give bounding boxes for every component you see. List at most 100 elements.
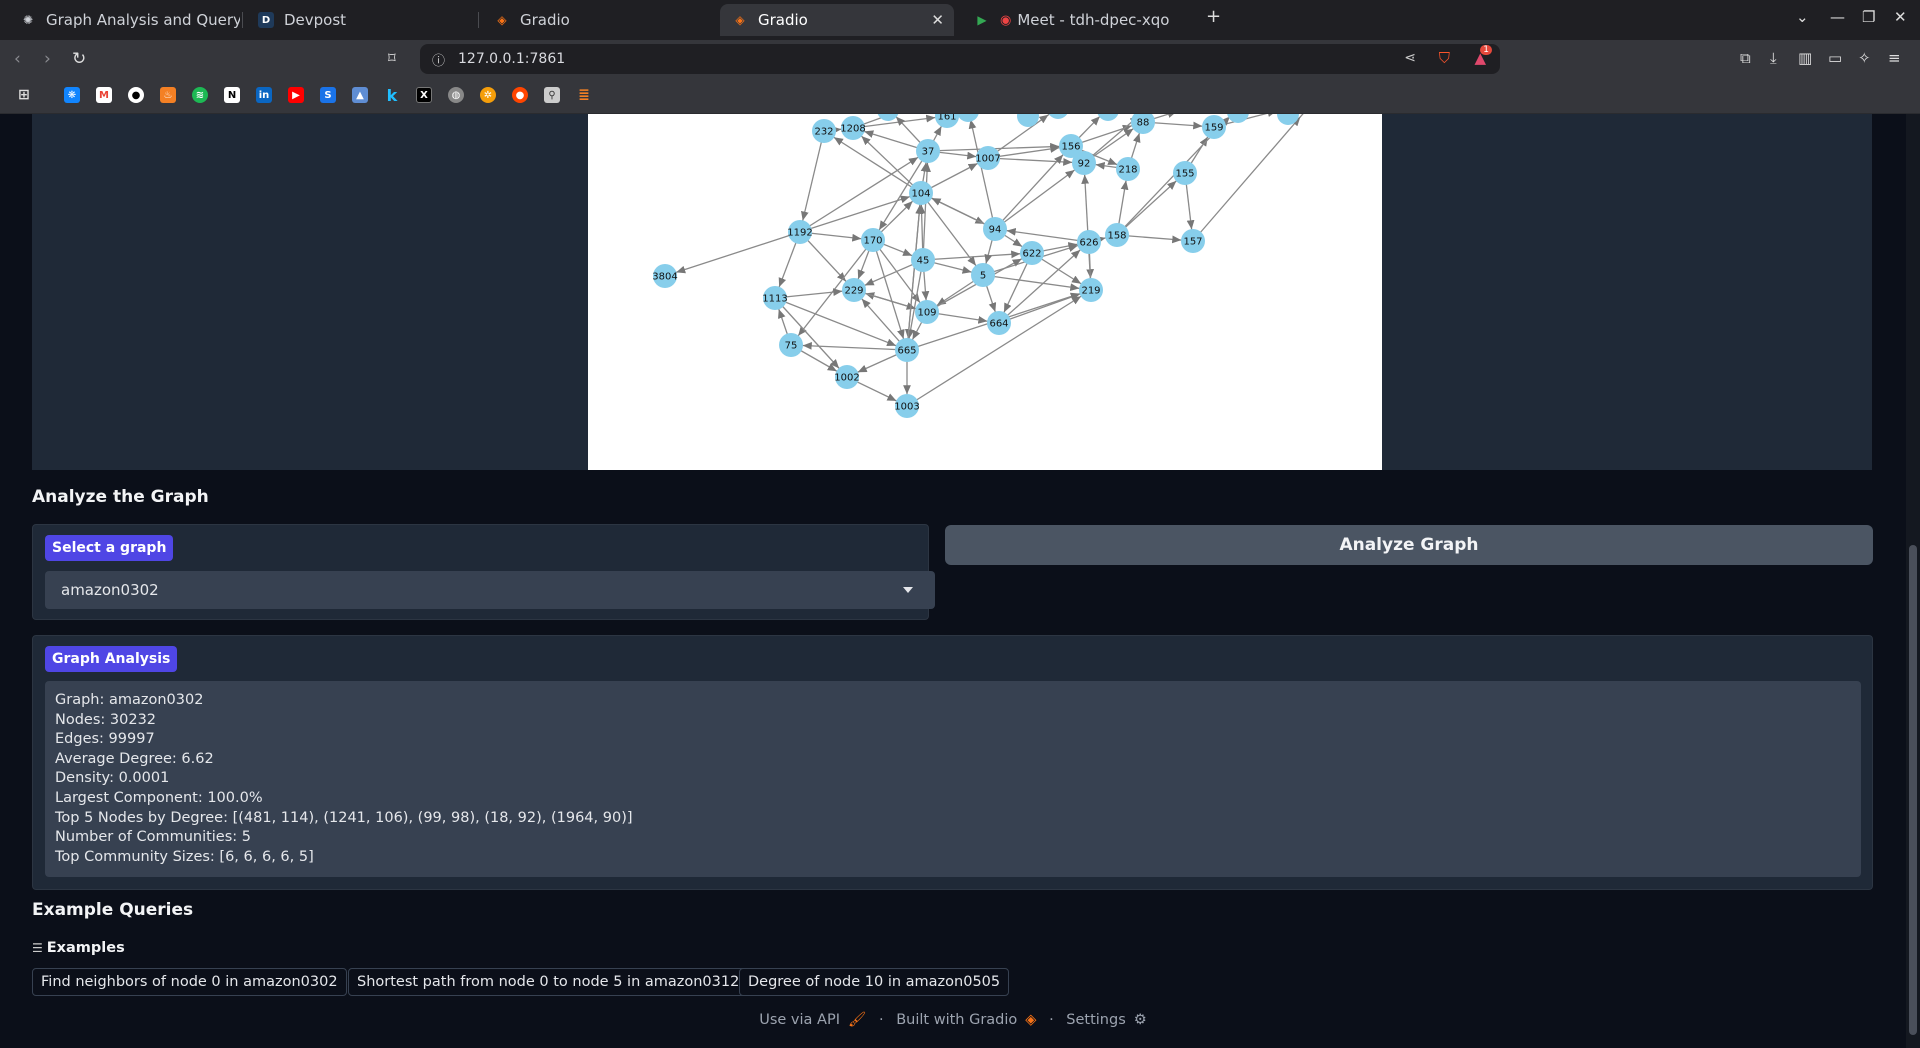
x-icon[interactable]: X	[416, 87, 432, 103]
graph-edge	[853, 289, 908, 351]
graph-node: 232	[812, 119, 836, 143]
graph-node-label: 37	[922, 147, 935, 158]
graph-edge	[920, 192, 996, 230]
close-window-icon[interactable]: ✕	[1894, 8, 1907, 26]
bluesky-icon[interactable]: ❋	[64, 87, 80, 103]
youtube-icon[interactable]: ▶	[288, 87, 304, 103]
url-box[interactable]: ⓘ 127.0.0.1:7861 ⋖ ⛉ ▲ 1	[420, 44, 1500, 74]
back-icon[interactable]: ‹	[14, 49, 21, 69]
close-tab-icon[interactable]: ✕	[931, 11, 944, 29]
search-bookmark-icon[interactable]: ⚲	[544, 87, 560, 103]
leo-ai-icon[interactable]: ✧	[1858, 49, 1871, 67]
built-with-gradio-link[interactable]: Built with Gradio	[896, 1012, 1017, 1028]
analysis-line: Edges: 99997	[55, 731, 155, 748]
fire-icon[interactable]: ♨	[160, 87, 176, 103]
linkedin-icon[interactable]: in	[256, 87, 272, 103]
analysis-line: Average Degree: 6.62	[55, 750, 214, 767]
scrollbar-thumb[interactable]	[1909, 545, 1917, 1035]
analysis-line: Top 5 Nodes by Degree: [(481, 114), (124…	[55, 809, 633, 826]
tab-divider	[242, 12, 243, 28]
graph-node: 1003	[894, 394, 920, 418]
graph-node: 1192	[787, 220, 813, 244]
url-text[interactable]: 127.0.0.1:7861	[458, 51, 565, 67]
tab-list-icon[interactable]: ⌄	[1796, 8, 1809, 26]
example-button[interactable]: Degree of node 10 in amazon0505	[739, 968, 1010, 996]
scholar-icon[interactable]: ▲	[352, 87, 368, 103]
analyze-graph-button[interactable]: Analyze Graph	[945, 525, 1873, 565]
use-via-api-link[interactable]: Use via API	[759, 1012, 840, 1028]
download-icon[interactable]: ⤓	[1770, 49, 1777, 67]
analysis-output[interactable]: Graph: amazon0302 Nodes: 30232 Edges: 99…	[45, 681, 1861, 877]
tab-graph-analysis[interactable]: ✺ Graph Analysis and Query Sy	[8, 4, 240, 36]
stackoverflow-icon[interactable]: ≣	[576, 87, 592, 103]
tab-title: Meet - tdh-dpec-xqo	[1017, 11, 1170, 29]
graph-node: 219	[1079, 278, 1103, 302]
graph-edge	[799, 130, 825, 233]
graph-node	[1017, 114, 1039, 127]
minimize-icon[interactable]: —	[1830, 8, 1845, 26]
analysis-line: Density: 0.0001	[55, 770, 170, 787]
share-icon[interactable]: ⋖	[1404, 50, 1416, 66]
graph-edge	[994, 162, 1085, 230]
gmail-icon[interactable]: M	[96, 87, 112, 103]
tab-bar: ✺ Graph Analysis and Query Sy D Devpost …	[0, 0, 1920, 40]
github-icon[interactable]: ●	[128, 87, 144, 103]
extensions-icon[interactable]: ⧉	[1740, 49, 1751, 67]
tab-gradio-active[interactable]: ◈ Gradio ✕	[720, 4, 954, 36]
graph-node: 229	[842, 278, 866, 302]
rewards-badge: 1	[1480, 45, 1492, 55]
graph-analysis-block: Graph Analysis Graph: amazon0302 Nodes: …	[32, 635, 1873, 890]
s-app-icon[interactable]: S	[320, 87, 336, 103]
notion-icon[interactable]: N	[224, 87, 240, 103]
graph-select-dropdown[interactable]: amazon0302	[45, 571, 935, 609]
forward-icon[interactable]: ›	[44, 49, 51, 69]
maximize-icon[interactable]: ❐	[1862, 8, 1875, 26]
graph-node-label: 94	[989, 225, 1002, 236]
sidebar-icon[interactable]: ▥	[1798, 49, 1812, 67]
graph-node: 1113	[762, 286, 788, 310]
menu-icon[interactable]: ≡	[1888, 49, 1901, 67]
reddit-icon[interactable]: ●	[512, 87, 528, 103]
apps-grid-icon[interactable]: ⊞	[16, 87, 32, 103]
example-button[interactable]: Find neighbors of node 0 in amazon0302	[32, 968, 347, 996]
graph-node-label: 157	[1183, 237, 1202, 248]
kaggle-icon[interactable]: k	[384, 86, 400, 105]
brave-shield-icon[interactable]: ⛉	[1439, 49, 1450, 67]
graph-node-label: 1002	[834, 373, 859, 384]
tab-gradio-1[interactable]: ◈ Gradio	[482, 4, 712, 36]
spotify-icon[interactable]: ≋	[192, 87, 208, 103]
analysis-line: Graph: amazon0302	[55, 692, 204, 708]
globe-icon[interactable]: ◍	[448, 87, 464, 103]
graph-node-label: 229	[844, 286, 863, 297]
settings-link[interactable]: Settings	[1066, 1012, 1125, 1028]
new-tab-icon[interactable]: +	[1206, 6, 1221, 27]
wallet-icon[interactable]: ▭	[1828, 49, 1842, 67]
chevron-down-icon[interactable]	[903, 587, 913, 593]
tab-meet[interactable]: ▶ ◉ Meet - tdh-dpec-xqo	[962, 4, 1192, 36]
analysis-line: Nodes: 30232	[55, 711, 157, 728]
graph-node-label: 159	[1204, 123, 1223, 134]
tab-devpost[interactable]: D Devpost	[246, 4, 476, 36]
select-graph-block: Select a graph amazon0302	[32, 524, 935, 620]
site-info-icon[interactable]: ⓘ	[432, 50, 445, 69]
analysis-line: Largest Component: 100.0%	[55, 789, 263, 806]
bookmarks-bar: ⊞ ❋ M ● ♨ ≋ N in ▶ S ▲ k X ◍ ✲ ● ⚲ ≣	[0, 78, 1920, 114]
openai-icon: ✺	[22, 13, 34, 27]
reload-icon[interactable]: ↻	[72, 49, 86, 69]
graph-edge	[852, 114, 948, 129]
tab-title: Graph Analysis and Query Sy	[46, 11, 240, 29]
graph-edge	[799, 192, 922, 233]
tab-title: Gradio	[520, 11, 570, 29]
example-button[interactable]: Shortest path from node 0 to node 5 in a…	[348, 968, 749, 996]
bookmark-icon[interactable]: ⌑	[388, 49, 396, 67]
rocket-icon: 🖌	[847, 1012, 867, 1028]
graph-node: 158	[1105, 223, 1129, 247]
graph-node: 94	[983, 217, 1007, 241]
graph-node: 1002	[834, 365, 860, 389]
graph-node-label: 92	[1078, 159, 1091, 170]
graph-edge	[872, 239, 908, 351]
graph-edge	[987, 157, 1085, 166]
tab-title: Gradio	[758, 11, 808, 29]
settings-gear-bookmark-icon[interactable]: ✲	[480, 87, 496, 103]
graph-node: 104	[909, 181, 933, 205]
